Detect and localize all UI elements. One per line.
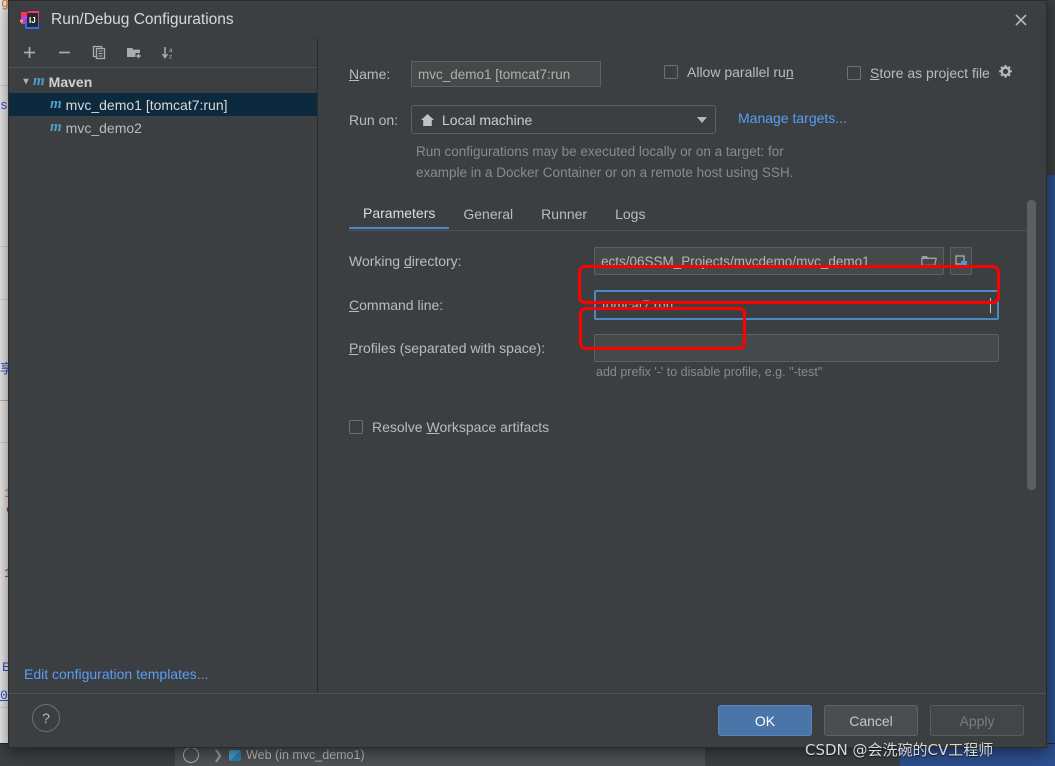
store-as-project-file-label: Store as project file <box>870 64 990 81</box>
bg-right-highlight <box>1047 175 1055 748</box>
maven-icon: m <box>33 73 45 89</box>
tab-logs[interactable]: Logs <box>601 198 659 229</box>
copy-icon[interactable] <box>89 43 109 63</box>
svg-text:z: z <box>169 54 172 61</box>
allow-parallel-run-label: Allow parallel run <box>687 64 794 80</box>
working-directory-label: Working directory: <box>349 253 462 269</box>
run-on-combobox[interactable]: Local machine <box>411 105 716 134</box>
vertical-scrollbar[interactable] <box>1027 200 1036 490</box>
web-facet-icon <box>229 749 242 761</box>
plus-icon[interactable] <box>19 43 39 63</box>
profiles-hint: add prefix '-' to disable profile, e.g. … <box>596 365 823 379</box>
run-on-label: Run on: <box>349 111 399 128</box>
ide-bottom-tab-label: Web (in mvc_demo1) <box>246 748 365 762</box>
tab-general[interactable]: General <box>449 198 527 229</box>
chevron-right-icon: ❯ <box>213 748 224 762</box>
configurations-panel: a z ▾ m Maven m mvc_demo1 [tomcat7:run] … <box>9 38 318 694</box>
configuration-editor-panel: Name: Allow parallel run Store as projec… <box>319 38 1046 694</box>
cancel-button[interactable]: Cancel <box>824 705 918 736</box>
configurations-toolbar: a z <box>9 38 317 68</box>
dialog-titlebar: IJ Run/Debug Configurations <box>9 1 1046 38</box>
gear-icon[interactable] <box>998 64 1013 81</box>
help-button[interactable]: ? <box>32 704 60 732</box>
folder-add-icon[interactable] <box>124 43 144 63</box>
ok-button[interactable]: OK <box>718 705 812 736</box>
profiles-label: Profiles (separated with space): <box>349 340 546 356</box>
apply-button: Apply <box>930 705 1024 736</box>
name-input[interactable] <box>411 61 601 87</box>
tree-item-label: mvc_demo1 [tomcat7:run] <box>65 96 228 113</box>
command-line-row: Command line: tomcat7:run <box>349 290 1019 320</box>
minus-icon[interactable] <box>54 43 74 63</box>
run-on-row: Run on: Local machine <box>349 105 716 134</box>
configuration-tabs: Parameters General Runner Logs <box>349 198 1028 231</box>
run-icon <box>183 747 199 763</box>
tree-item-label: mvc_demo2 <box>65 119 142 136</box>
maven-icon: m <box>50 96 62 112</box>
run-on-hint-line1: Run configurations may be executed local… <box>416 144 784 159</box>
tab-runner[interactable]: Runner <box>527 198 601 229</box>
run-on-value: Local machine <box>442 111 533 128</box>
command-line-value: tomcat7:run <box>602 297 674 313</box>
command-line-input[interactable]: tomcat7:run <box>594 290 999 320</box>
profiles-input[interactable] <box>594 334 999 362</box>
tab-parameters[interactable]: Parameters <box>349 198 450 229</box>
edit-configuration-templates-link[interactable]: Edit configuration templates... <box>24 666 208 682</box>
resolve-workspace-artifacts-checkbox[interactable]: Resolve Workspace artifacts <box>349 419 549 435</box>
dialog-title: Run/Debug Configurations <box>51 10 234 28</box>
allow-parallel-run-checkbox[interactable]: Allow parallel run <box>664 64 794 80</box>
chevron-down-icon[interactable]: ▾ <box>19 76 33 87</box>
name-row: Name: <box>349 61 601 87</box>
svg-text:IJ: IJ <box>29 16 36 25</box>
tree-item-mvc-demo2[interactable]: m mvc_demo2 <box>9 116 317 139</box>
manage-targets-link[interactable]: Manage targets... <box>738 110 847 126</box>
folder-icon[interactable] <box>921 254 937 268</box>
command-line-label: Command line: <box>349 297 444 313</box>
profiles-row: Profiles (separated with space): <box>349 333 1019 363</box>
checkbox-box[interactable] <box>847 65 861 80</box>
run-on-hint: Run configurations may be executed local… <box>416 141 936 183</box>
run-on-hint-line2: example in a Docker Container or on a re… <box>416 165 794 180</box>
tree-item-mvc-demo1[interactable]: m mvc_demo1 [tomcat7:run] <box>9 93 317 116</box>
working-directory-value: ects/06SSM_Projects/mvcdemo/mvc_demo1 <box>601 253 870 269</box>
chevron-down-icon[interactable] <box>697 116 707 123</box>
working-directory-row: Working directory: ects/06SSM_Projects/m… <box>349 246 1019 276</box>
screen-root: g s - 享 1 " 1 E 0ז ❯ Web (in mvc_demo1) <box>0 0 1055 766</box>
bg-code-fragment: s <box>0 98 8 113</box>
insert-macro-button[interactable] <box>950 247 972 275</box>
csdn-watermark: CSDN @会洗碗的CV工程师 <box>805 741 994 759</box>
name-label: Name: <box>349 66 391 82</box>
checkbox-box[interactable] <box>664 65 678 79</box>
configurations-tree: ▾ m Maven m mvc_demo1 [tomcat7:run] m mv… <box>9 68 317 139</box>
sort-az-icon[interactable]: a z <box>159 43 179 63</box>
maven-icon: m <box>50 119 62 135</box>
store-as-project-file-checkbox[interactable]: Store as project file <box>847 64 1013 81</box>
text-cursor <box>990 297 991 313</box>
close-icon[interactable] <box>1004 6 1038 34</box>
run-debug-configurations-dialog: IJ Run/Debug Configurations a z ▾ m Mave… <box>8 0 1047 748</box>
tree-group-maven[interactable]: ▾ m Maven <box>9 70 317 93</box>
home-icon <box>420 113 435 127</box>
intellij-idea-logo-icon: IJ <box>19 9 41 31</box>
tree-group-label: Maven <box>48 73 93 90</box>
working-directory-input[interactable]: ects/06SSM_Projects/mvcdemo/mvc_demo1 <box>594 247 944 275</box>
resolve-workspace-artifacts-label: Resolve Workspace artifacts <box>372 419 550 435</box>
checkbox-box[interactable] <box>349 420 363 434</box>
